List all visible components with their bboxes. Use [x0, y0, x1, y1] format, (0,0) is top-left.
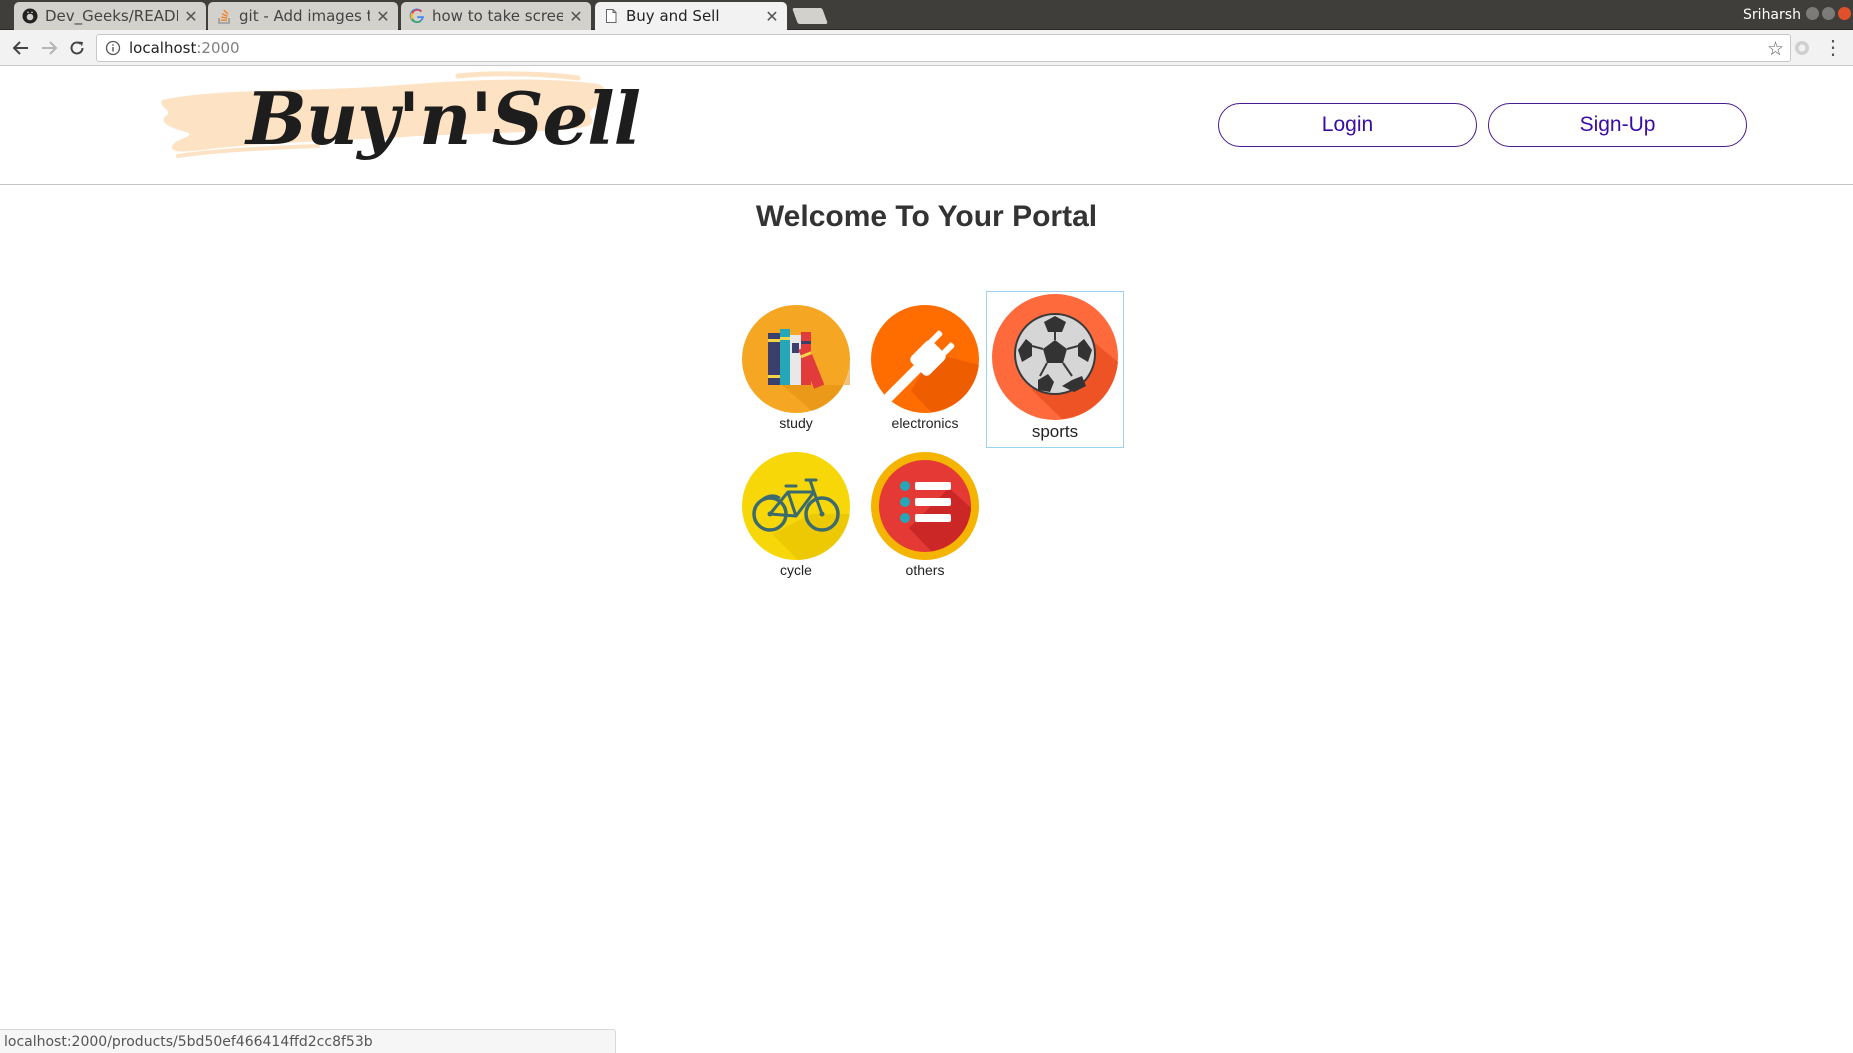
back-button[interactable] — [9, 36, 33, 60]
bookmark-star-icon[interactable]: ☆ — [1767, 38, 1784, 61]
profile-name[interactable]: Sriharsh — [1738, 0, 1806, 30]
close-icon[interactable]: ✕ — [765, 7, 779, 26]
url-host: localhost — [129, 39, 197, 57]
status-bar: localhost:2000/products/5bd50ef466414ffd… — [0, 1029, 616, 1053]
tab-buy-and-sell[interactable]: Buy and Sell ✕ — [595, 2, 787, 30]
books-icon — [742, 305, 850, 413]
url-text: localhost:2000 — [129, 39, 240, 57]
reload-icon — [70, 41, 84, 55]
plug-icon — [871, 305, 979, 413]
tab-title: git - Add images to — [239, 7, 370, 25]
tab-title: Buy and Sell — [626, 7, 720, 25]
info-icon[interactable] — [105, 40, 121, 56]
extension-icon[interactable] — [1793, 39, 1811, 57]
address-bar[interactable]: localhost:2000 ☆ — [96, 34, 1791, 62]
new-tab-button[interactable] — [792, 8, 828, 24]
tab-title: Dev_Geeks/README — [45, 7, 178, 25]
reload-button[interactable] — [65, 36, 89, 60]
google-icon — [409, 8, 425, 24]
category-others[interactable]: others — [866, 452, 984, 578]
url-port: :2000 — [196, 39, 240, 57]
close-icon[interactable]: ✕ — [569, 7, 583, 26]
tab-dev-geeks[interactable]: Dev_Geeks/README ✕ — [14, 2, 206, 30]
category-label: others — [905, 562, 945, 578]
bicycle-icon — [742, 452, 850, 560]
forward-arrow-icon — [42, 41, 58, 55]
close-icon[interactable]: ✕ — [376, 7, 390, 26]
category-label: sports — [1031, 422, 1079, 441]
logo[interactable]: Buy'n'Sell — [158, 70, 641, 174]
back-arrow-icon — [12, 41, 28, 55]
browser-toolbar: localhost:2000 ☆ ⋮ — [0, 30, 1853, 66]
category-label: cycle — [780, 562, 812, 578]
tab-title: how to take screen — [432, 7, 563, 25]
category-study[interactable]: study — [737, 305, 855, 431]
forward-button[interactable] — [37, 36, 61, 60]
page-title: Welcome To Your Portal — [755, 200, 1098, 233]
browser-tab-strip: Dev_Geeks/README ✕ git - Add images to ✕… — [0, 0, 1853, 30]
signup-button[interactable]: Sign-Up — [1488, 103, 1747, 147]
category-label: study — [779, 415, 813, 431]
github-icon — [22, 8, 38, 24]
tab-how-to-take-screenshot[interactable]: how to take screen ✕ — [401, 2, 591, 30]
close-window-button[interactable] — [1838, 7, 1851, 20]
soccer-ball-icon — [992, 294, 1118, 420]
close-icon[interactable]: ✕ — [184, 7, 198, 26]
category-cycle[interactable]: cycle — [737, 452, 855, 578]
category-label: electronics — [891, 415, 959, 431]
browser-menu-icon[interactable]: ⋮ — [1823, 37, 1843, 59]
logo-text: Buy'n'Sell — [246, 76, 641, 161]
category-electronics[interactable]: electronics — [866, 305, 984, 431]
minimize-button[interactable] — [1806, 7, 1819, 20]
tab-git-add-images[interactable]: git - Add images to ✕ — [208, 2, 398, 30]
category-sports[interactable]: sports — [986, 291, 1124, 448]
page-icon — [603, 8, 619, 24]
list-icon — [871, 452, 979, 560]
window-controls — [1806, 7, 1851, 20]
stackoverflow-icon — [216, 8, 232, 24]
maximize-button[interactable] — [1822, 7, 1835, 20]
login-button[interactable]: Login — [1218, 103, 1477, 147]
